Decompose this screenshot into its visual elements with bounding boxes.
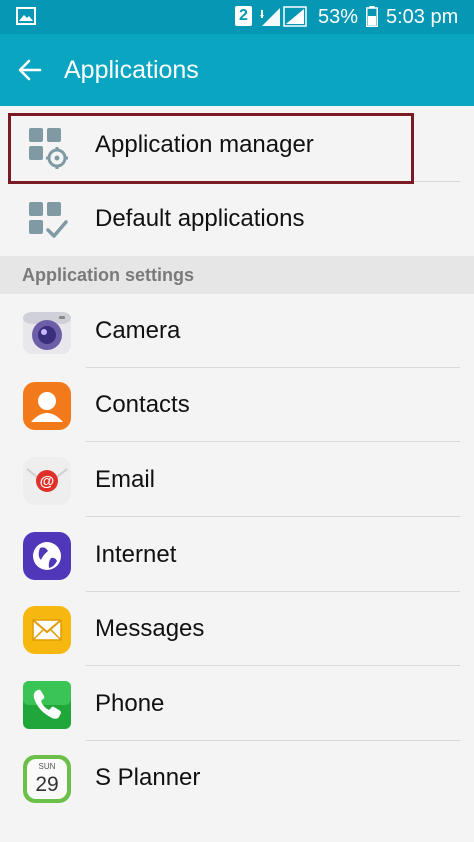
status-bar: 2 53% 5:03 pm [0, 0, 474, 34]
svg-text:@: @ [40, 473, 55, 490]
messages-icon [23, 606, 71, 654]
app-manager-icon [29, 128, 68, 169]
app-item-s-planner[interactable]: SUN 29 S Planner [0, 741, 474, 815]
clock: 5:03 pm [386, 6, 459, 28]
back-arrow-icon[interactable] [16, 56, 44, 84]
signal-strength-icon-2 [283, 6, 307, 27]
app-item-phone[interactable]: Phone [0, 667, 474, 741]
page-title: Applications [64, 56, 199, 84]
app-item-contacts[interactable]: Contacts [0, 368, 474, 442]
section-header: Application settings [0, 256, 474, 294]
divider [86, 441, 460, 442]
calendar-day: 29 [35, 773, 58, 796]
divider [86, 516, 460, 517]
calendar-icon: SUN 29 [23, 755, 71, 803]
email-label: Email [95, 466, 156, 493]
app-item-messages[interactable]: Messages [0, 592, 474, 666]
app-item-camera[interactable]: Camera [0, 294, 474, 368]
s-planner-label: S Planner [95, 764, 201, 791]
application-manager-item[interactable]: Application manager [0, 108, 474, 182]
internet-label: Internet [95, 541, 177, 568]
sim-slot-badge: 2 [235, 6, 252, 26]
app-item-internet[interactable]: Internet [0, 518, 474, 592]
default-apps-icon [29, 202, 68, 238]
camera-label: Camera [95, 317, 181, 344]
email-icon: @ [23, 457, 71, 505]
battery-percentage: 53% [318, 6, 359, 28]
picture-notification-icon [16, 7, 36, 25]
app-bar: Applications [0, 34, 474, 106]
signal-strength-icon [260, 8, 280, 26]
divider [86, 665, 460, 666]
messages-label: Messages [95, 615, 205, 642]
default-applications-item[interactable]: Default applications [0, 182, 474, 256]
phone-icon [23, 681, 71, 729]
contacts-icon [23, 382, 71, 430]
internet-icon [23, 532, 71, 580]
default-applications-label: Default applications [95, 205, 305, 232]
phone-label: Phone [95, 690, 165, 717]
battery-icon [366, 6, 378, 27]
application-manager-label: Application manager [95, 131, 314, 158]
app-item-email[interactable]: @ Email [0, 443, 474, 517]
calendar-weekday: SUN [39, 762, 56, 771]
section-header-label: Application settings [22, 265, 195, 285]
contacts-label: Contacts [95, 391, 190, 418]
camera-icon [23, 312, 71, 354]
